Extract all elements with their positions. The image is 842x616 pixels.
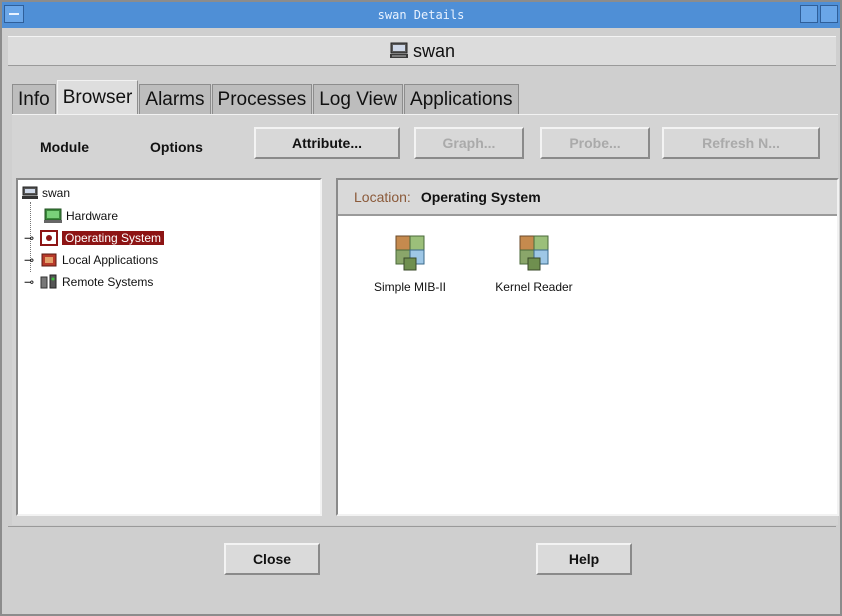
minimize-button[interactable] <box>800 5 818 23</box>
module-label: Simple MIB-II <box>373 280 446 294</box>
options-menu[interactable]: Options <box>136 132 217 162</box>
hardware-icon <box>44 208 62 223</box>
details-window: swan Details swan Info Browser Alarms Pr… <box>0 0 842 616</box>
tab-log-view[interactable]: Log View <box>313 84 404 114</box>
operating-system-icon <box>40 230 58 246</box>
title-bar[interactable]: swan Details <box>2 2 840 28</box>
host-name: swan <box>412 40 456 61</box>
maximize-button[interactable] <box>820 5 838 23</box>
probe-button[interactable]: Probe... <box>540 127 650 159</box>
toolbar: Module Options Attribute... Graph... Pro… <box>12 126 832 168</box>
tree-item-remote-systems[interactable]: ⊸ Remote Systems <box>24 273 153 291</box>
refresh-button[interactable]: Refresh N... <box>662 127 820 159</box>
module-menu[interactable]: Module <box>26 132 103 162</box>
tree-item-label: Local Applications <box>62 253 159 267</box>
graph-button[interactable]: Graph... <box>414 127 524 159</box>
tab-strip: Info Browser Alarms Processes Log View A… <box>12 80 520 114</box>
location-label: Location: <box>354 189 411 205</box>
cube-icon <box>395 235 425 271</box>
location-value: Operating System <box>420 189 541 205</box>
window-menu-icon <box>9 13 19 15</box>
expand-arrow-icon[interactable]: ⊸ <box>24 253 36 267</box>
tree-item-local-applications[interactable]: ⊸ Local Applications <box>24 251 158 269</box>
tree-item-label: Remote Systems <box>62 275 154 289</box>
module-kernel-reader[interactable]: Kernel Reader <box>474 232 594 312</box>
expand-arrow-icon[interactable]: ⊸ <box>24 231 36 245</box>
location-bar: Location: Operating System <box>338 180 837 216</box>
host-computer-icon <box>22 186 38 199</box>
tree-root-label: swan <box>42 186 71 200</box>
module-label: Kernel Reader <box>495 280 573 294</box>
help-button[interactable]: Help <box>536 543 632 575</box>
footer-bar: Close Help <box>8 526 836 613</box>
host-computer-icon <box>389 42 408 58</box>
tree-item-operating-system[interactable]: ⊸ Operating System <box>24 229 165 247</box>
tab-info[interactable]: Info <box>12 84 56 114</box>
module-view: Location: Operating System Simple MIB-II… <box>336 178 839 516</box>
window-menu-button[interactable] <box>4 5 24 23</box>
tree-item-label: Hardware <box>66 209 119 223</box>
module-simple-mib-ii[interactable]: Simple MIB-II <box>350 232 470 312</box>
tree-root[interactable]: swan <box>22 184 70 202</box>
tab-processes[interactable]: Processes <box>211 84 313 114</box>
remote-systems-icon <box>40 274 57 289</box>
expand-arrow-icon[interactable]: ⊸ <box>24 275 36 289</box>
cube-icon <box>519 235 549 271</box>
tree-item-hardware[interactable]: Hardware <box>44 207 118 225</box>
window-title: swan Details <box>377 8 465 22</box>
local-applications-icon <box>41 253 57 267</box>
tab-alarms[interactable]: Alarms <box>139 84 211 114</box>
tab-applications[interactable]: Applications <box>404 84 519 114</box>
topology-tree: swan Hardware ⊸ Operating System ⊸ Local… <box>16 178 322 516</box>
host-header: swan <box>8 36 836 66</box>
tab-browser[interactable]: Browser <box>56 80 139 114</box>
close-button[interactable]: Close <box>224 543 320 575</box>
tree-item-label: Operating System <box>62 231 165 245</box>
attribute-button[interactable]: Attribute... <box>254 127 400 159</box>
